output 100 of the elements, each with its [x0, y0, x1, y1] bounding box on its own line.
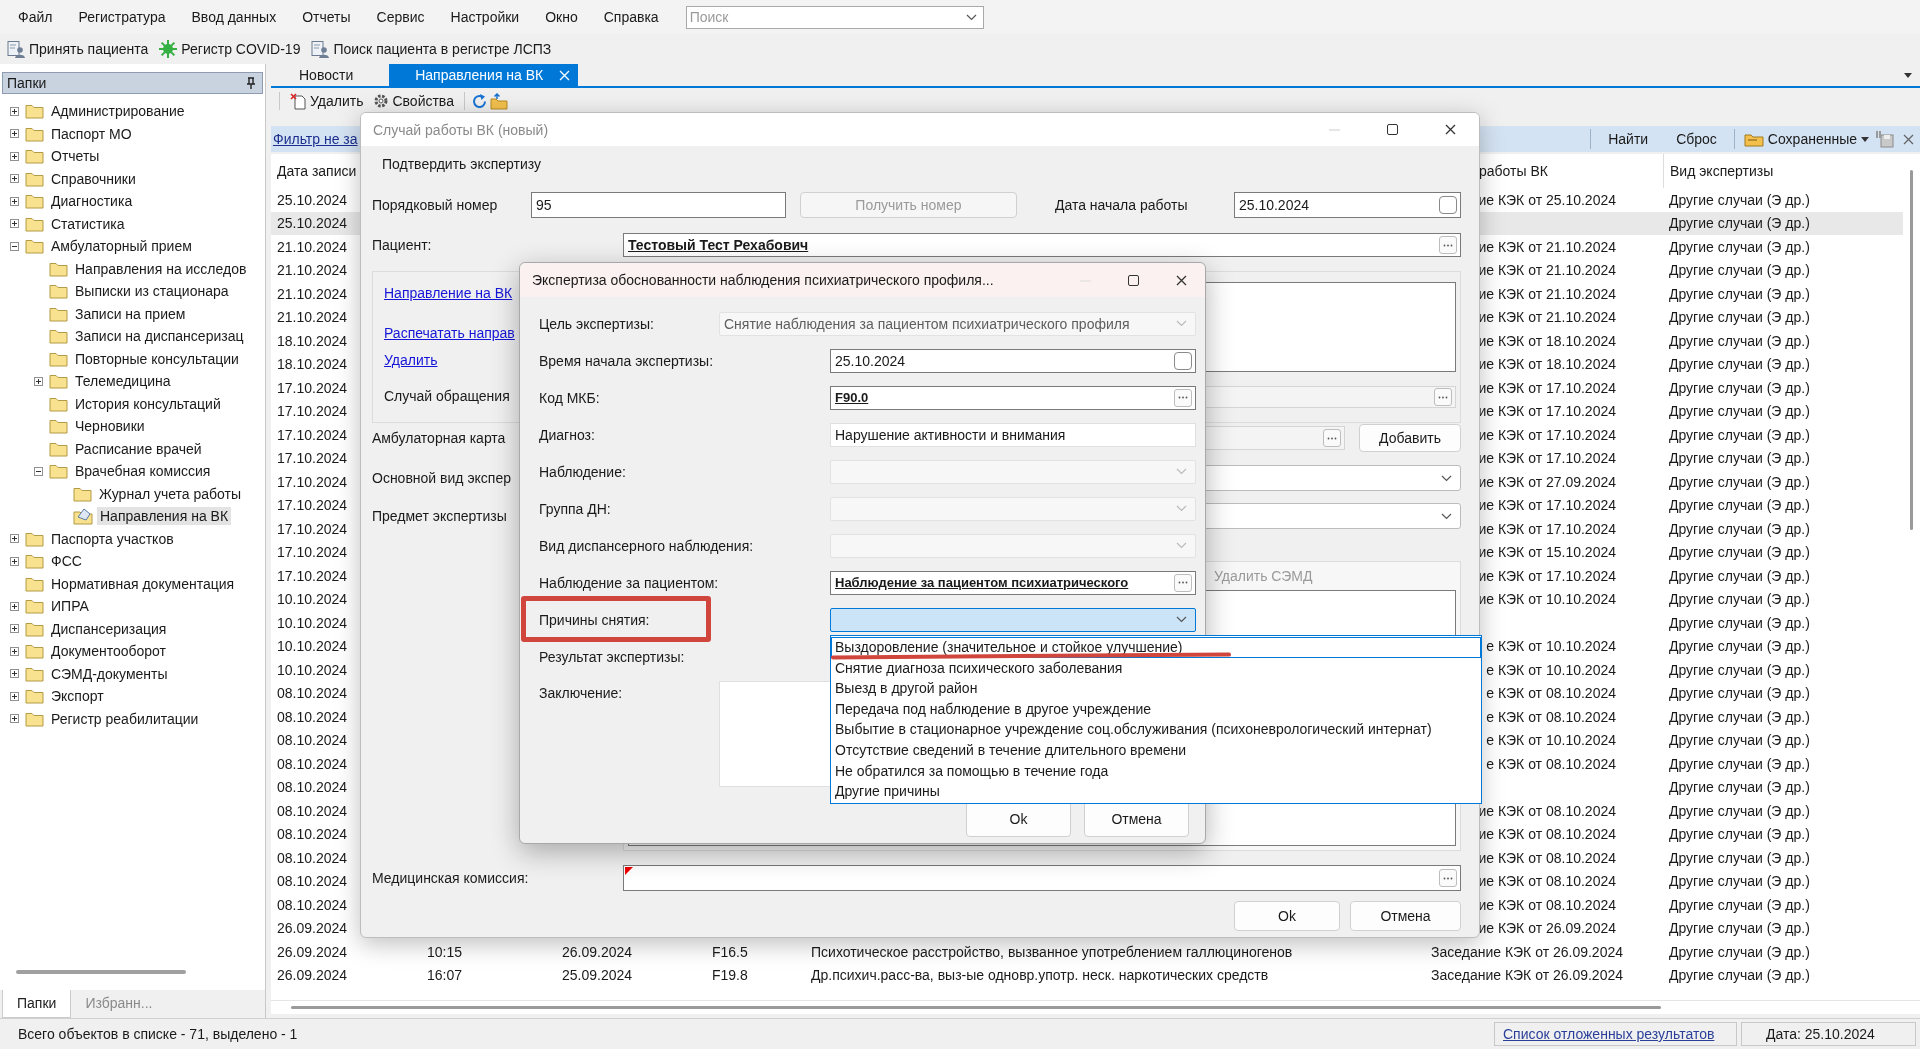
close-icon[interactable]: [1175, 274, 1187, 286]
menu-item[interactable]: Отчеты: [289, 5, 364, 29]
date-field[interactable]: 25.10.2024: [1233, 192, 1461, 218]
tree-item[interactable]: Направления на исследов: [72, 259, 250, 278]
document-tab[interactable]: Новости: [285, 64, 368, 86]
panel-tab[interactable]: Папки: [2, 990, 72, 1018]
cancel-button[interactable]: Отмена: [1350, 901, 1461, 931]
saved-filters-button[interactable]: Сохраненные: [1737, 131, 1875, 147]
column-header[interactable]: Вид экспертизы: [1670, 163, 1774, 179]
tree-item[interactable]: Направления на ВК: [97, 507, 232, 526]
dropdown-option[interactable]: Передача под наблюдение в другое учреждение: [831, 698, 1481, 720]
dropdown-option[interactable]: Выезд в другой район: [831, 678, 1481, 699]
filter-button[interactable]: Сброс: [1662, 127, 1731, 151]
close-icon[interactable]: [1444, 124, 1456, 135]
refresh-icon[interactable]: [470, 92, 488, 110]
save-layout-icon[interactable]: [1875, 130, 1895, 148]
dropdown-option[interactable]: Не обратился за помощью в течение года: [831, 760, 1481, 782]
tree-item[interactable]: СЭМД-документы: [48, 664, 171, 683]
folder-arrow-icon[interactable]: [489, 92, 508, 110]
tree-item[interactable]: Статистика: [48, 214, 128, 233]
tree-expander[interactable]: [10, 691, 19, 701]
tree-item[interactable]: Диспансеризация: [48, 619, 170, 638]
lookup-field[interactable]: Наблюдение за пациентом психиатрического: [830, 570, 1196, 595]
tree-item[interactable]: Администрирование: [48, 102, 188, 121]
toolbar-button[interactable]: Принять пациента: [1, 40, 154, 58]
tree-item[interactable]: ИПРА: [48, 597, 92, 616]
tree-expander[interactable]: [10, 106, 19, 116]
tree-expander[interactable]: [10, 669, 19, 679]
input-field[interactable]: Нарушение активности и внимания: [830, 422, 1196, 447]
column-header[interactable]: работы ВК: [1479, 163, 1548, 179]
tree-expander[interactable]: [10, 129, 19, 139]
tree-item[interactable]: История консультаций: [72, 394, 224, 413]
date-picker-button[interactable]: [1439, 196, 1457, 214]
filter-link[interactable]: Фильтр не за: [273, 131, 358, 147]
tree-item[interactable]: Диагностика: [48, 192, 136, 211]
menu-item[interactable]: Сервис: [363, 5, 438, 29]
tree-item[interactable]: Паспорт МО: [48, 124, 135, 143]
tree-item[interactable]: ФСС: [48, 552, 85, 571]
tree-item[interactable]: Паспорта участков: [48, 529, 177, 548]
tree-item[interactable]: Экспорт: [48, 687, 107, 706]
pin-icon[interactable]: [246, 77, 256, 89]
menu-item[interactable]: Регистратура: [65, 5, 179, 29]
tree-expander[interactable]: [10, 646, 19, 656]
tree-expander[interactable]: [34, 466, 43, 476]
ok-button[interactable]: Ok: [1234, 901, 1340, 931]
tree-expander[interactable]: [10, 534, 19, 544]
dropdown-option[interactable]: Снятие диагноза психического заболевания: [831, 657, 1481, 679]
tree-expander[interactable]: [10, 196, 19, 206]
tree-expander[interactable]: [10, 556, 19, 566]
link[interactable]: Удалить: [384, 349, 438, 371]
tree-expander[interactable]: [34, 376, 43, 386]
tree-expander[interactable]: [10, 624, 19, 634]
tree-item[interactable]: Амбулаторный прием: [48, 237, 195, 256]
scrollbar[interactable]: [271, 1000, 1920, 1014]
tree-item[interactable]: Регистр реабилитации: [48, 709, 202, 728]
document-tab[interactable]: Направления на ВК: [389, 64, 579, 86]
lookup-field[interactable]: [623, 865, 1461, 891]
tree-item[interactable]: Врачебная комиссия: [72, 462, 214, 481]
maximize-icon[interactable]: [1127, 274, 1139, 286]
column-header[interactable]: Дата записи: [277, 163, 357, 179]
dropdown-option[interactable]: Выбытие в стационарное учреждение соц.обслуживания (психоневрологический интернат): [831, 719, 1481, 740]
search-field[interactable]: Поиск: [685, 5, 984, 29]
tree-expander[interactable]: [10, 151, 19, 161]
lookup-field[interactable]: F90.0: [830, 385, 1196, 410]
add-button[interactable]: Добавить: [1359, 424, 1461, 452]
tree-expander[interactable]: [10, 241, 19, 251]
menu-item[interactable]: Файл: [5, 5, 66, 29]
tree-item[interactable]: Записи на диспансеризац: [72, 327, 247, 346]
filter-button[interactable]: Найти: [1594, 127, 1663, 151]
input-field[interactable]: 95: [531, 192, 786, 218]
menu-item[interactable]: Настройки: [437, 5, 533, 29]
toolbar-button[interactable]: Поиск пациента в регистре ЛСПЗ: [305, 40, 557, 58]
menu-item[interactable]: Подтвердить экспертизу: [382, 156, 541, 172]
tree-item[interactable]: Выписки из стационара: [72, 282, 232, 301]
menu-item[interactable]: Окно: [532, 5, 591, 29]
dropdown-field[interactable]: [830, 607, 1196, 632]
table-row[interactable]: 26.09.2024 16:07 25.09.2024 F19.8 Др.психич.расс-ва, выз-ые одновр.употр. неск. наркотических средств Заседание КЭК от 26.09.2024 Другие случаи (Э др.): [271, 963, 1903, 987]
tree-item[interactable]: Справочники: [48, 169, 139, 188]
date-field[interactable]: 25.10.2024: [830, 348, 1196, 373]
dropdown-option[interactable]: Отсутствие сведений в течение длительного времени: [831, 739, 1481, 761]
tree-item[interactable]: Нормативная документация: [48, 574, 238, 593]
toolbar-button[interactable]: Свойства: [369, 93, 458, 109]
link[interactable]: Распечатать направ: [384, 322, 515, 344]
menu-item[interactable]: Справка: [590, 5, 672, 29]
tree-expander[interactable]: [10, 174, 19, 184]
tree-expander[interactable]: [10, 601, 19, 611]
toolbar-button[interactable]: Удалить: [286, 92, 368, 110]
tree-item[interactable]: Документооборот: [48, 642, 169, 661]
tree-expander[interactable]: [10, 219, 19, 229]
tree-item[interactable]: Черновики: [72, 417, 148, 436]
tabs-menu-icon[interactable]: [1904, 73, 1912, 78]
tree-item[interactable]: Журнал учета работы: [96, 484, 245, 503]
tree-item[interactable]: Расписание врачей: [72, 439, 205, 458]
tree-item[interactable]: Телемедицина: [72, 372, 174, 391]
menu-item[interactable]: Ввод данных: [178, 5, 290, 29]
maximize-icon[interactable]: [1386, 124, 1398, 135]
tree-expander[interactable]: [10, 714, 19, 724]
dropdown-option[interactable]: Другие причины: [831, 781, 1481, 802]
tree-item[interactable]: Записи на прием: [72, 304, 189, 323]
tree-item[interactable]: Повторные консультации: [72, 349, 242, 368]
